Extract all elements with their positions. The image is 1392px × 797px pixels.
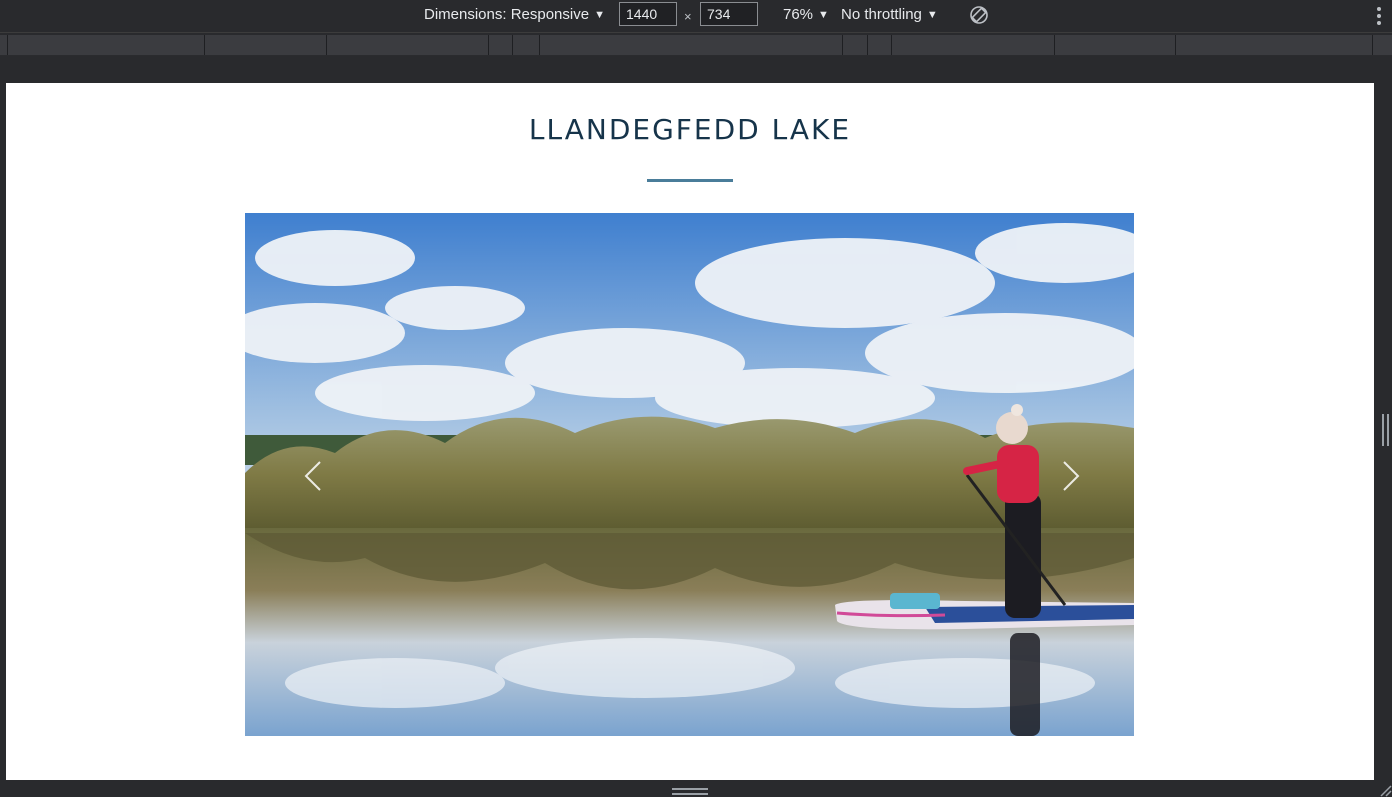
- resize-corner-icon[interactable]: [1378, 783, 1392, 797]
- times-symbol: ×: [684, 9, 692, 24]
- zoom-label: 76%: [783, 6, 814, 23]
- throttling-dropdown[interactable]: No throttling ▼: [841, 6, 938, 23]
- rotate-icon[interactable]: [969, 5, 989, 25]
- dropdown-caret-icon: ▼: [818, 8, 829, 21]
- media-query-segment[interactable]: [539, 35, 540, 55]
- media-query-bar: [0, 35, 1392, 56]
- media-query-segment[interactable]: [512, 35, 513, 55]
- dropdown-caret-icon: ▼: [926, 8, 938, 21]
- title-divider: [647, 179, 733, 182]
- dimensions-label: Dimensions: Responsive: [424, 6, 590, 23]
- media-query-segment[interactable]: [1054, 35, 1055, 55]
- height-input[interactable]: [700, 2, 758, 26]
- media-query-segment[interactable]: [842, 35, 843, 55]
- throttling-label: No throttling: [841, 6, 922, 23]
- media-query-segment[interactable]: [1175, 35, 1176, 55]
- media-query-segment[interactable]: [204, 35, 205, 55]
- dimensions-dropdown[interactable]: Dimensions: Responsive ▼: [424, 6, 605, 23]
- device-toolbar: Dimensions: Responsive ▼ × 76% ▼ No thro…: [0, 0, 1392, 33]
- resize-handle-bottom[interactable]: [672, 788, 708, 797]
- width-input[interactable]: [619, 2, 677, 26]
- chevron-left-icon[interactable]: [300, 458, 330, 494]
- media-query-segment[interactable]: [7, 35, 8, 55]
- media-query-segment[interactable]: [326, 35, 327, 55]
- resize-handle-right[interactable]: [1382, 414, 1392, 450]
- media-query-segment[interactable]: [891, 35, 892, 55]
- lake-photo: [245, 213, 1134, 736]
- dropdown-caret-icon: ▼: [594, 8, 605, 21]
- chevron-right-icon[interactable]: [1054, 458, 1084, 494]
- media-query-segment[interactable]: [488, 35, 489, 55]
- page-title: LLANDEGFEDD LAKE: [528, 113, 852, 146]
- image-carousel[interactable]: [245, 213, 1134, 736]
- media-query-segment[interactable]: [867, 35, 868, 55]
- page-viewport: LLANDEGFEDD LAKE: [6, 83, 1374, 780]
- media-query-segment[interactable]: [1372, 35, 1373, 55]
- zoom-dropdown[interactable]: 76% ▼: [783, 6, 829, 23]
- more-options-icon[interactable]: [1376, 7, 1382, 25]
